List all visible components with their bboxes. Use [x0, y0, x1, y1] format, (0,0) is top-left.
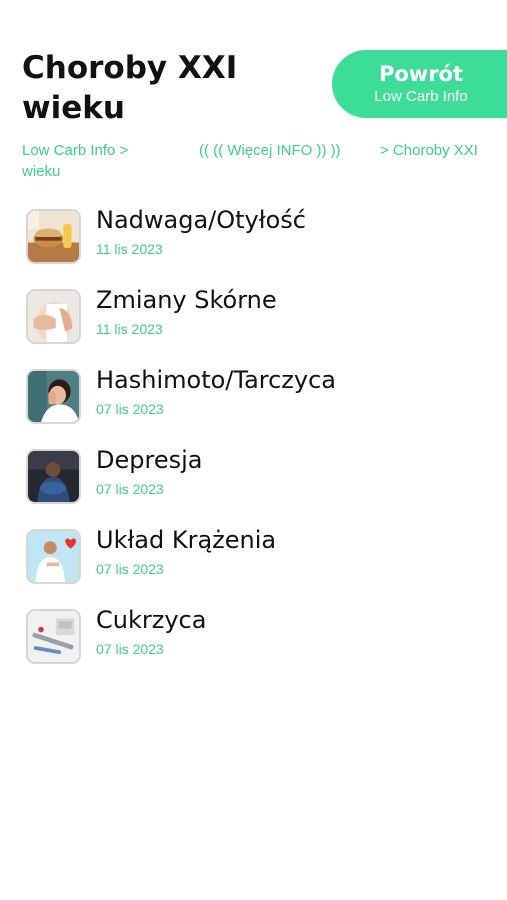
- list-item-hashimoto[interactable]: Hashimoto/Tarczyca 07 lis 2023: [0, 360, 507, 432]
- weight-food-thumbnail-icon: [26, 209, 81, 264]
- list-item-title: Hashimoto/Tarczyca: [96, 366, 337, 394]
- depression-thumbnail-icon: [26, 449, 81, 504]
- list-item-title: Układ Krążenia: [96, 526, 277, 554]
- list-item-date: 07 lis 2023: [96, 641, 164, 657]
- breadcrumb: Low Carb Info > (( (( Więcej INFO )) )) …: [22, 140, 502, 180]
- skin-thumbnail-icon: [26, 289, 81, 344]
- list-item-date: 11 lis 2023: [96, 241, 163, 257]
- list-item-title: Cukrzyca: [96, 606, 207, 634]
- list-item-title: Nadwaga/Otyłość: [96, 206, 306, 234]
- breadcrumb-current: > Choroby XXI: [380, 142, 478, 159]
- list-item-depresja[interactable]: Depresja 07 lis 2023: [0, 440, 507, 512]
- page-title: Choroby XXI wieku: [22, 50, 238, 126]
- breadcrumb-home-link[interactable]: Low Carb Info >: [22, 142, 128, 159]
- breadcrumb-more-info-link[interactable]: (( (( Więcej INFO )) )): [199, 140, 341, 161]
- list-item-date: 07 lis 2023: [96, 561, 164, 577]
- breadcrumb-current-wrap: wieku: [22, 163, 61, 180]
- list-item-title: Depresja: [96, 446, 203, 474]
- list-item-date: 11 lis 2023: [96, 321, 163, 337]
- back-button-sublabel: Low Carb Info: [374, 88, 468, 105]
- list-item-date: 07 lis 2023: [96, 401, 164, 417]
- list-item-cukrzyca[interactable]: Cukrzyca 07 lis 2023: [0, 600, 507, 672]
- diabetes-thumbnail-icon: [26, 609, 81, 664]
- list-item-title: Zmiany Skórne: [96, 286, 277, 314]
- list-item-uklad-krazenia[interactable]: Układ Krążenia 07 lis 2023: [0, 520, 507, 592]
- list-item-nadwaga[interactable]: Nadwaga/Otyłość 11 lis 2023: [0, 200, 507, 272]
- heart-thumbnail-icon: [26, 529, 81, 584]
- thyroid-thumbnail-icon: [26, 369, 81, 424]
- list-item-date: 07 lis 2023: [96, 481, 164, 497]
- back-button-label: Powrót: [378, 62, 464, 86]
- back-button[interactable]: Powrót Low Carb Info: [332, 50, 507, 118]
- list-item-zmiany-skorne[interactable]: Zmiany Skórne 11 lis 2023: [0, 280, 507, 352]
